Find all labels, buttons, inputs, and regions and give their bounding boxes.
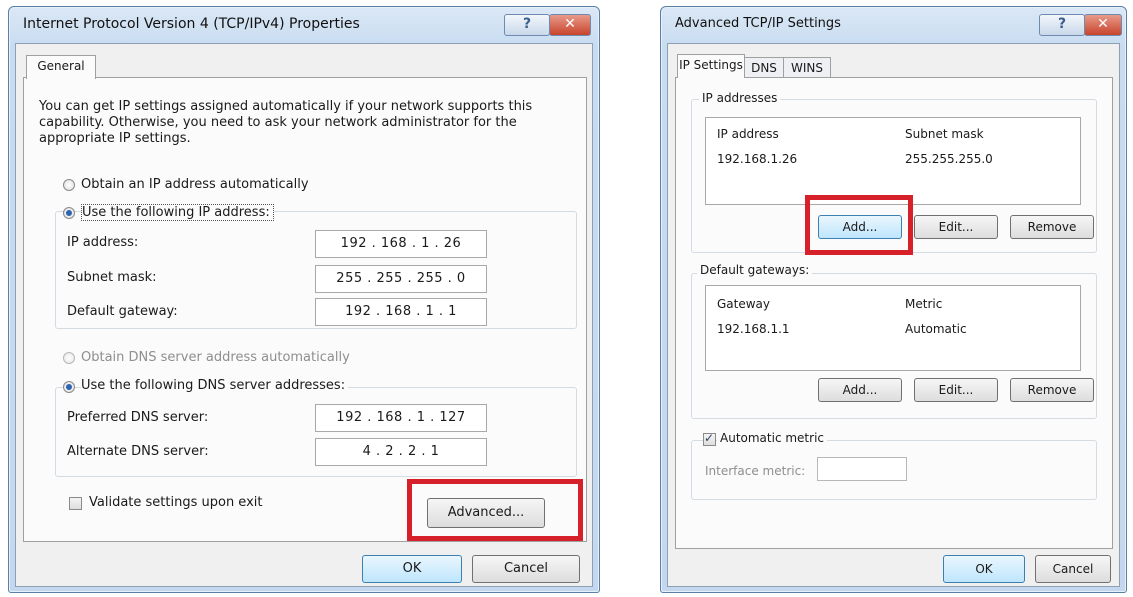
- cancel-button[interactable]: Cancel: [472, 555, 580, 583]
- gateway-row-address[interactable]: 192.168.1.1: [717, 322, 790, 336]
- auto-ip-radio[interactable]: [63, 179, 75, 191]
- default-gateway-label: Default gateway:: [67, 304, 178, 319]
- preferred-dns-field[interactable]: 192 . 168 . 1 . 127: [315, 404, 487, 432]
- column-header-subnet-mask[interactable]: Subnet mask: [905, 127, 984, 141]
- tab-general[interactable]: General: [26, 55, 96, 79]
- ip-row-subnet[interactable]: 255.255.255.0: [905, 152, 993, 166]
- auto-ip-label[interactable]: Obtain an IP address automatically: [81, 177, 309, 192]
- automatic-metric-label[interactable]: Automatic metric: [717, 431, 827, 445]
- window-title: Advanced TCP/IP Settings: [675, 16, 841, 31]
- default-gateway-field[interactable]: 192 . 168 . 1 . 1: [315, 298, 487, 326]
- manual-dns-radio[interactable]: [63, 381, 75, 393]
- auto-dns-label[interactable]: Obtain DNS server address automatically: [81, 350, 350, 365]
- help-icon: ?: [1057, 16, 1067, 32]
- manual-ip-label[interactable]: Use the following IP address:: [81, 204, 274, 221]
- advanced-highlight-box: [407, 479, 583, 541]
- close-icon: ✕: [1097, 16, 1109, 32]
- tcpip-properties-window: Internet Protocol Version 4 (TCP/IPv4) P…: [8, 6, 600, 593]
- ip-address-field[interactable]: 192 . 168 . 1 . 26: [315, 230, 487, 258]
- gateway-remove-button[interactable]: Remove: [1010, 378, 1094, 402]
- subnet-mask-field[interactable]: 255 . 255 . 255 . 0: [315, 265, 487, 293]
- help-button[interactable]: ?: [1039, 14, 1085, 36]
- column-header-metric[interactable]: Metric: [905, 297, 942, 311]
- automatic-metric-checkbox[interactable]: [703, 431, 716, 446]
- close-button[interactable]: ✕: [549, 14, 591, 36]
- auto-dns-radio[interactable]: [63, 352, 75, 364]
- subnet-mask-label: Subnet mask:: [67, 270, 157, 285]
- ip-addresses-group-label: IP addresses: [699, 91, 781, 105]
- help-button[interactable]: ?: [504, 14, 550, 36]
- preferred-dns-label: Preferred DNS server:: [67, 410, 209, 425]
- tab-wins[interactable]: WINS: [783, 57, 831, 78]
- validate-checkbox[interactable]: [69, 497, 82, 510]
- cancel-button[interactable]: Cancel: [1035, 555, 1111, 583]
- alternate-dns-field[interactable]: 4 . 2 . 2 . 1: [315, 438, 487, 466]
- add-highlight-box: [805, 195, 913, 255]
- ok-button[interactable]: OK: [943, 555, 1025, 583]
- ip-address-label: IP address:: [67, 235, 139, 250]
- close-icon: ✕: [564, 16, 576, 32]
- column-header-ip-address[interactable]: IP address: [717, 127, 779, 141]
- ok-button[interactable]: OK: [362, 555, 462, 583]
- description-text: You can get IP settings assigned automat…: [39, 99, 533, 146]
- tab-ip-settings[interactable]: IP Settings: [677, 54, 745, 78]
- column-header-gateway[interactable]: Gateway: [717, 297, 770, 311]
- close-button[interactable]: ✕: [1084, 14, 1122, 36]
- advanced-tcpip-window: Advanced TCP/IP Settings ? ✕ IP Settings…: [660, 6, 1127, 593]
- tab-dns[interactable]: DNS: [744, 57, 784, 78]
- interface-metric-field[interactable]: [817, 457, 907, 481]
- validate-label[interactable]: Validate settings upon exit: [89, 495, 262, 510]
- ip-row-address[interactable]: 192.168.1.26: [717, 152, 797, 166]
- default-gateways-group-label: Default gateways:: [697, 263, 813, 277]
- help-icon: ?: [522, 16, 532, 32]
- ip-edit-button[interactable]: Edit...: [914, 215, 998, 239]
- gateway-edit-button[interactable]: Edit...: [914, 378, 998, 402]
- ip-remove-button[interactable]: Remove: [1010, 215, 1094, 239]
- gateway-row-metric[interactable]: Automatic: [905, 322, 967, 336]
- manual-dns-label[interactable]: Use the following DNS server addresses:: [81, 378, 349, 393]
- interface-metric-label: Interface metric:: [705, 464, 806, 478]
- manual-ip-radio[interactable]: [63, 207, 75, 219]
- window-title: Internet Protocol Version 4 (TCP/IPv4) P…: [23, 16, 360, 32]
- alternate-dns-label: Alternate DNS server:: [67, 444, 209, 459]
- gateway-add-button[interactable]: Add...: [818, 378, 902, 402]
